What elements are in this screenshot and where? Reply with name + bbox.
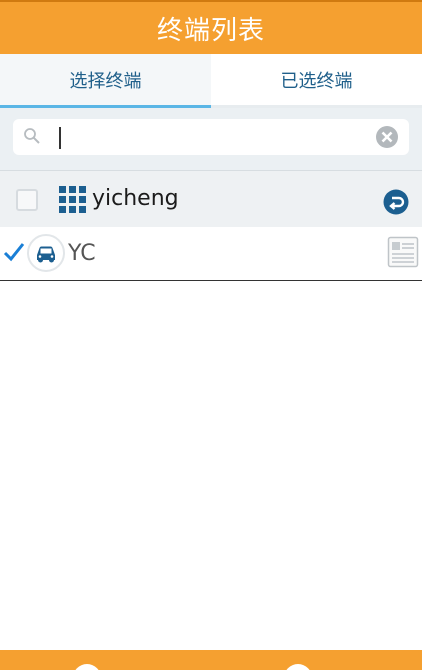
group-row[interactable]: yicheng (0, 170, 422, 227)
tab-bar: 选择终端 已选终端 (0, 54, 422, 108)
group-checkbox[interactable] (16, 189, 38, 211)
bottom-right-button[interactable] (284, 664, 312, 670)
terminal-row[interactable]: YC (0, 227, 422, 281)
search-icon (24, 128, 40, 144)
car-icon (27, 234, 65, 272)
search-bar (0, 108, 422, 170)
bottom-bar (0, 650, 422, 670)
page-title: 终端列表 (156, 15, 265, 46)
search-box (13, 119, 409, 155)
tab-selected-terminals[interactable]: 已选终端 (211, 54, 422, 108)
title-bar: 终端列表 (0, 0, 422, 54)
checkmark-icon[interactable] (3, 241, 25, 263)
clear-icon[interactable] (375, 125, 399, 149)
terminal-name: YC (68, 241, 96, 266)
bottom-left-button[interactable] (73, 664, 101, 670)
document-icon[interactable] (387, 236, 419, 268)
search-input[interactable] (45, 123, 375, 151)
text-cursor (59, 127, 61, 149)
tab-select-terminal[interactable]: 选择终端 (0, 54, 211, 108)
back-icon[interactable] (383, 189, 409, 215)
group-name: yicheng (92, 186, 179, 211)
grid-icon (59, 186, 86, 213)
